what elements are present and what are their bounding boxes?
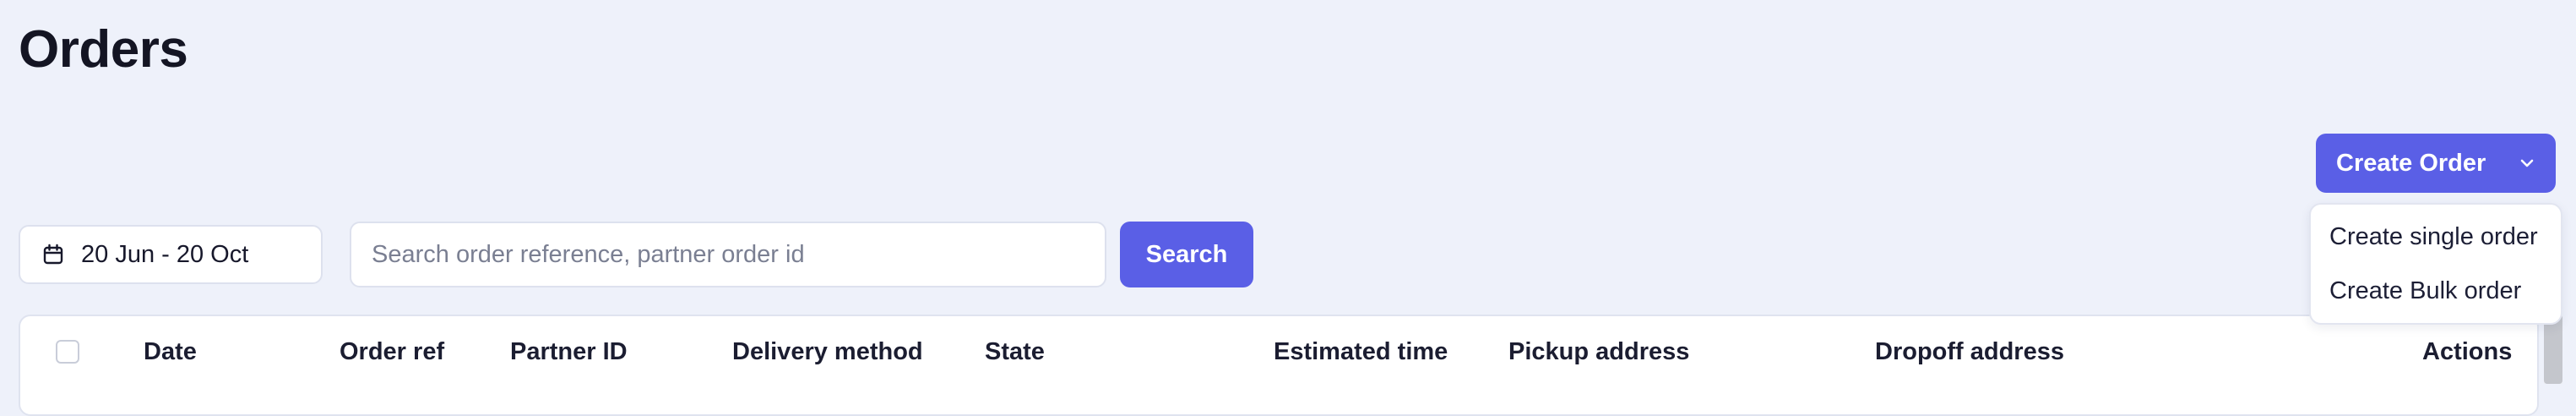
create-order-button[interactable]: Create Order xyxy=(2316,134,2556,193)
select-all-checkbox[interactable] xyxy=(56,340,79,364)
create-order-dropdown-menu: Create single order Create Bulk order xyxy=(2309,203,2562,325)
column-header-actions: Actions xyxy=(2422,338,2513,365)
scrollbar-thumb[interactable] xyxy=(2544,315,2562,384)
column-header-estimated-time[interactable]: Estimated time xyxy=(1274,337,1448,367)
column-header-dropoff-address[interactable]: Dropoff address xyxy=(1875,337,2064,367)
create-bulk-order-menu-item[interactable]: Create Bulk order xyxy=(2329,276,2521,306)
column-header-pickup-address[interactable]: Pickup address xyxy=(1508,337,1689,367)
create-order-label: Create Order xyxy=(2336,149,2486,177)
chevron-down-icon[interactable] xyxy=(2517,153,2537,173)
date-range-picker[interactable]: 20 Jun - 20 Oct xyxy=(19,225,323,284)
date-range-value: 20 Jun - 20 Oct xyxy=(81,240,249,268)
column-header-delivery-method[interactable]: Delivery method xyxy=(732,337,923,367)
column-header-date[interactable]: Date xyxy=(144,337,197,367)
calendar-icon xyxy=(41,242,66,267)
page-title: Orders xyxy=(19,20,188,79)
column-header-state[interactable]: State xyxy=(985,337,1045,367)
search-input[interactable] xyxy=(350,222,1106,287)
create-single-order-menu-item[interactable]: Create single order xyxy=(2329,222,2538,252)
column-header-partner-id[interactable]: Partner ID xyxy=(510,337,628,367)
search-button[interactable]: Search xyxy=(1120,222,1253,287)
orders-table: Date Order ref Partner ID Delivery metho… xyxy=(19,315,2539,416)
column-header-order-ref[interactable]: Order ref xyxy=(340,337,444,367)
